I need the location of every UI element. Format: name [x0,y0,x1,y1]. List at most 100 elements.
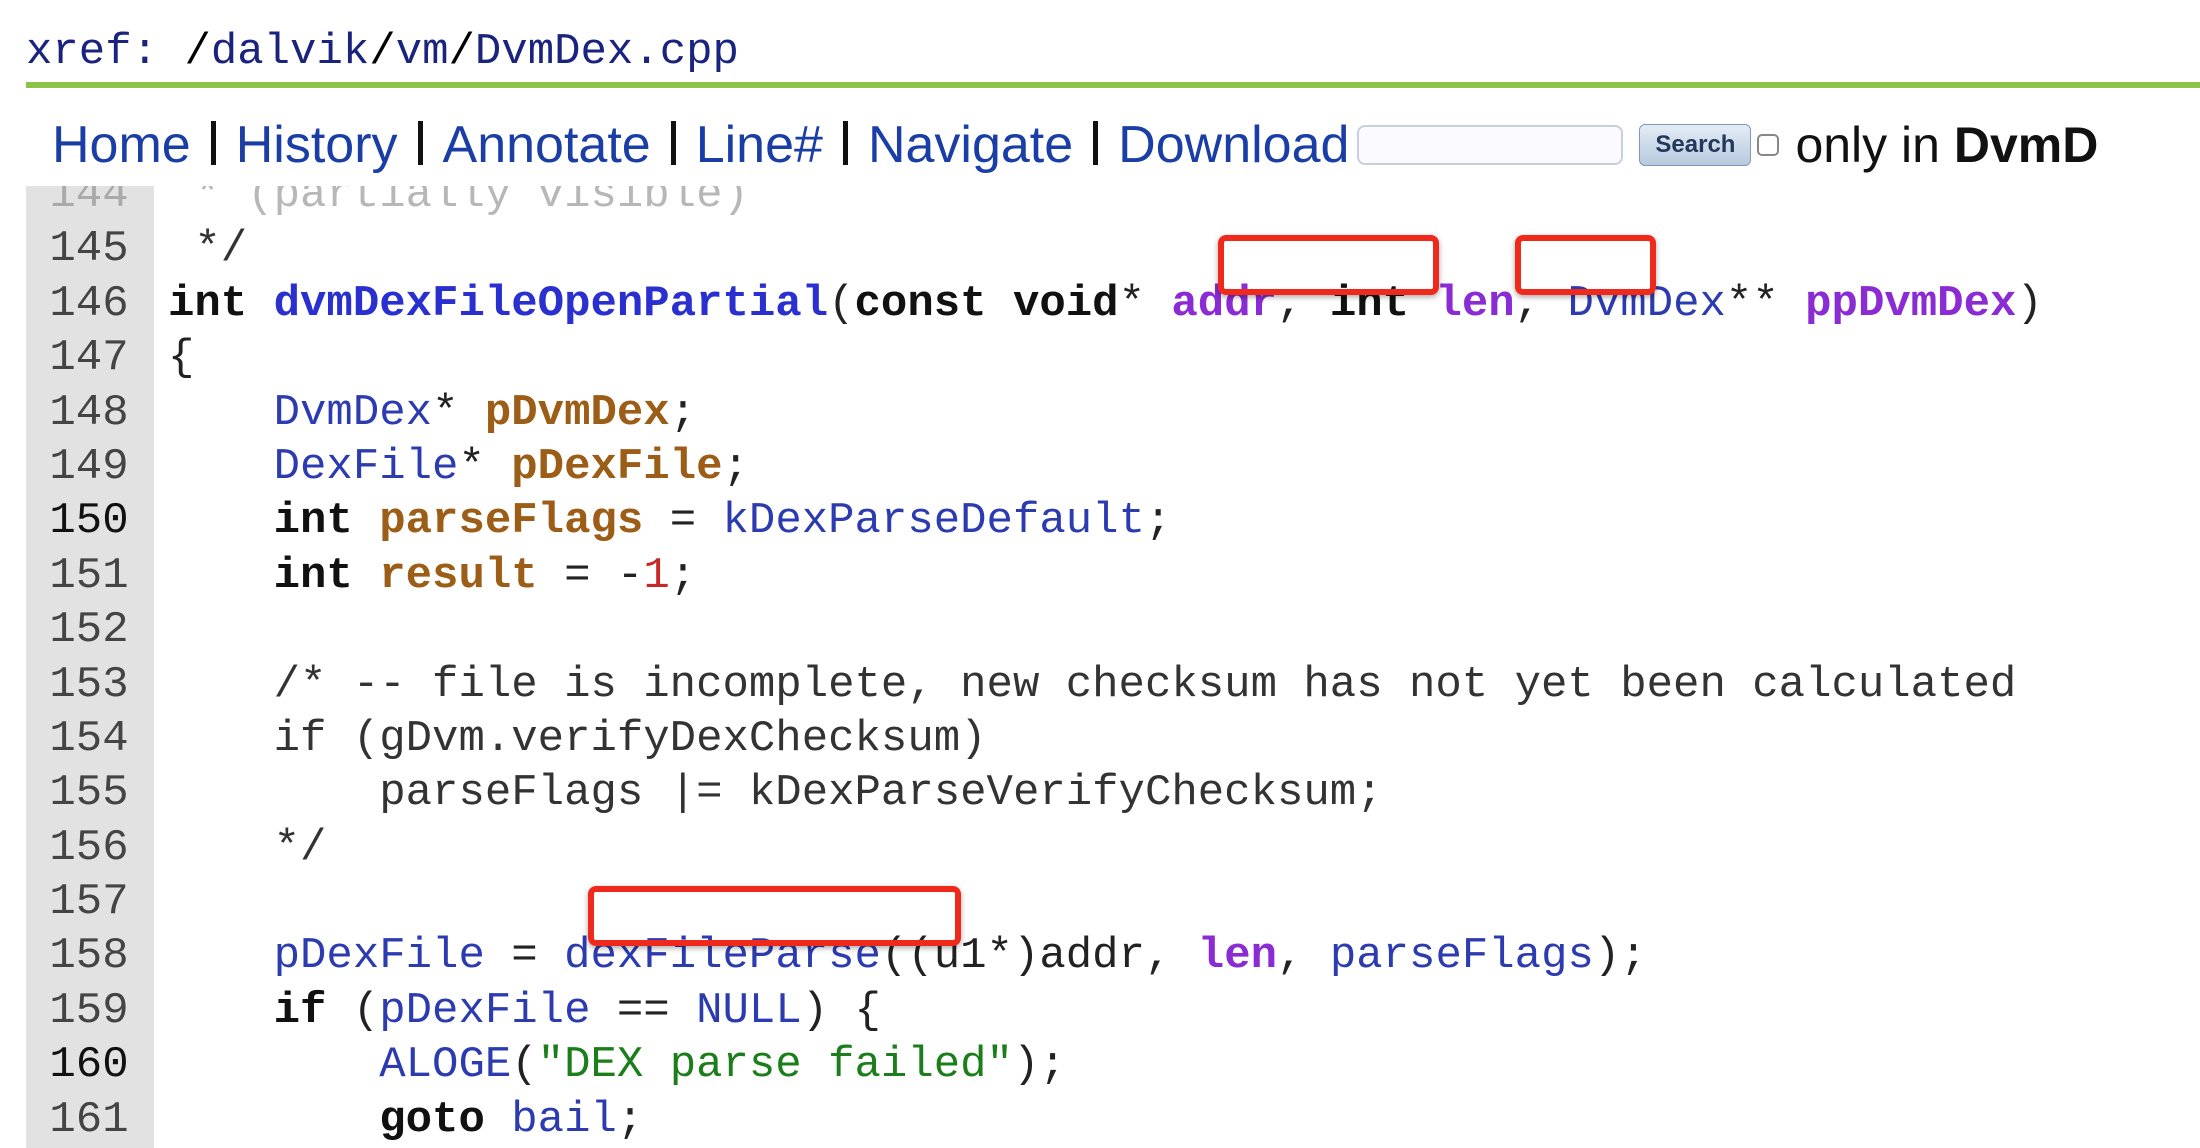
line-number-link[interactable]: 145 [26,222,152,276]
code-line: 146 int dvmDexFileOpenPartial(const void*… [26,277,2200,331]
nav-separator [842,121,848,165]
code-token: ); [1593,931,1647,982]
nav-home-link[interactable]: Home [52,115,191,175]
line-number-link[interactable]: 157 [26,875,152,929]
nav-navigate-link[interactable]: Navigate [868,115,1073,175]
code-line: 152 [26,603,2200,657]
code-token: = - [537,550,644,601]
line-number-link[interactable]: 149 [26,440,152,494]
line-number-link[interactable]: 156 [26,821,152,875]
breadcrumb-link-dalvik[interactable]: dalvik [211,27,369,77]
code-token: const void [854,278,1119,329]
nav-separator [670,121,676,165]
nav-line-numbers-link[interactable]: Line# [696,115,823,175]
code-token[interactable]: bail [511,1095,617,1145]
code-token[interactable]: dvmDexFileOpenPartial [274,279,829,329]
code-token[interactable]: dexFileParse [564,931,881,981]
code-text: * (partially visible) [168,186,749,222]
code-line: 157 [26,875,2200,929]
code-token[interactable]: result [379,551,537,601]
code-text: DexFile* pDexFile; [168,440,749,494]
code-lines: 144 * (partially visible) 145 */146 int dv… [26,186,2200,1148]
line-number-link[interactable]: 147 [26,331,152,385]
line-number-link[interactable]: 153 [26,658,152,712]
code-token[interactable]: kDexParseDefault [723,496,1145,546]
search-button[interactable]: Search [1639,124,1752,166]
line-number-link[interactable]: 160 [26,1038,152,1092]
code-token: */ [168,822,327,873]
code-token: ; [669,550,697,601]
code-token[interactable]: DexFile [274,442,459,492]
code-line: 154 if (gDvm.verifyDexChecksum) [26,712,2200,766]
line-number-link[interactable]: 150 [26,494,152,548]
code-token[interactable]: addr [1171,279,1277,329]
code-text: pDexFile = dexFileParse((u1*)addr, len, … [168,929,1647,983]
code-token[interactable]: pDvmDex [485,388,670,438]
code-text: goto bail; [168,1093,643,1147]
header-divider [26,82,2200,88]
nav-separator [417,121,423,165]
code-token[interactable]: len [1198,931,1277,981]
code-token[interactable]: NULL [696,986,802,1036]
only-in-file-label: only in DvmD [1795,117,2099,173]
code-token[interactable]: DvmDex [1567,279,1725,329]
code-line: 160 ALOGE("DEX parse failed"); [26,1038,2200,1092]
nav-separator [210,121,216,165]
code-line: 161 goto bail; [26,1093,2200,1147]
code-line: 147 { [26,331,2200,385]
nav-annotate-link[interactable]: Annotate [443,115,651,175]
code-token: = [643,496,723,547]
code-token[interactable]: parseFlags [379,496,643,546]
breadcrumb-link-file[interactable]: DvmDex.cpp [475,27,739,77]
code-token: * [432,387,485,438]
nav-history-link[interactable]: History [236,115,398,175]
code-line: 158 pDexFile = dexFileParse((u1*)addr, l… [26,929,2200,983]
nav-separator [1093,121,1099,165]
code-token[interactable]: ALOGE [379,1040,511,1090]
code-line: 145 */ [26,222,2200,276]
search-input[interactable] [1357,125,1624,165]
code-token: , [1277,278,1330,329]
breadcrumb: xref: /dalvik/vm/DvmDex.cpp [26,27,739,77]
code-line: 156 */ [26,821,2200,875]
line-number-link[interactable]: 146 [26,277,152,331]
code-line: 149 DexFile* pDexFile; [26,440,2200,494]
code-token: * [458,441,512,492]
line-number-link[interactable]: 151 [26,549,152,603]
line-number-link[interactable]: 148 [26,386,152,440]
line-number-link[interactable]: 161 [26,1093,152,1147]
code-token[interactable]: parseFlags [1330,931,1594,981]
nav-download-link[interactable]: Download [1118,115,1349,175]
code-line: 151 int result = -1; [26,549,2200,603]
xref-prefix: xref: [26,27,159,77]
code-token: parseFlags |= kDexParseVerifyChecksum; [168,768,1383,819]
code-token: , [1514,278,1568,329]
line-number-link[interactable]: 159 [26,984,152,1038]
line-number-link[interactable]: 158 [26,929,152,983]
code-token: */ [168,224,248,275]
code-token: int [168,278,274,329]
line-number-link[interactable]: 152 [26,603,152,657]
code-token: /* -- file is incomplete, new checksum h… [168,659,2017,710]
code-token[interactable]: pDexFile [379,986,590,1036]
line-number-link[interactable]: 155 [26,766,152,820]
line-number-link[interactable]: 154 [26,712,152,766]
code-token[interactable]: pDexFile [274,931,485,981]
code-token[interactable]: pDexFile [511,442,722,492]
code-token[interactable]: DvmDex [274,388,432,438]
line-number-link[interactable]: 144 [26,186,152,222]
code-token: int [1329,278,1436,329]
code-token[interactable]: ppDvmDex [1805,279,2016,329]
breadcrumb-link-vm[interactable]: vm [396,27,449,77]
code-token: == [590,985,697,1036]
code-text: */ [168,222,247,276]
code-token: { [168,333,195,384]
code-token[interactable]: len [1435,279,1514,329]
only-in-file-checkbox[interactable] [1757,134,1780,156]
code-text: parseFlags |= kDexParseVerifyChecksum; [168,766,1383,820]
code-token: 1 [643,550,670,601]
